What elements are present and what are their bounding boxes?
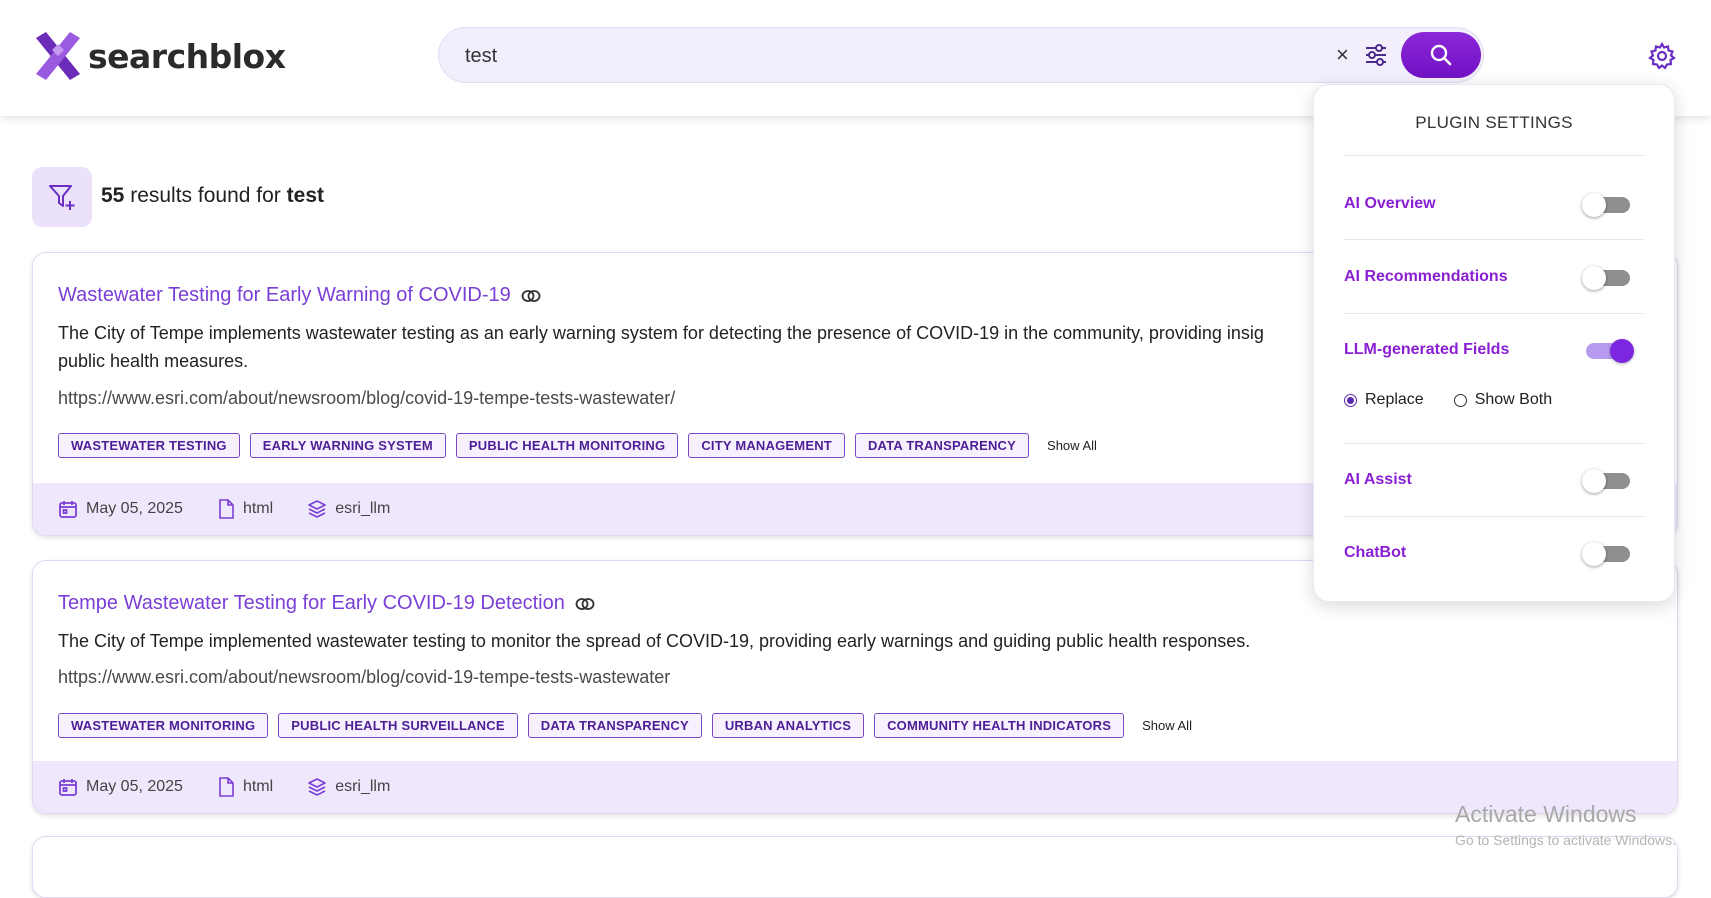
meta-type: html (217, 499, 273, 519)
search-input[interactable] (463, 41, 1247, 71)
result-description: The City of Tempe implements wastewater … (58, 319, 1518, 375)
toggle-knob (1582, 542, 1606, 566)
toggle-knob (1582, 266, 1606, 290)
plugin-settings-panel: PLUGIN SETTINGS AI Overview AI Recommend… (1313, 84, 1675, 602)
card-footer: May 05, 2025 html esri_llm (33, 761, 1677, 813)
toggle-knob (1582, 469, 1606, 493)
radio-label: Show Both (1474, 391, 1553, 408)
meta-date-text: May 05, 2025 (86, 500, 183, 517)
tag[interactable]: DATA TRANSPARENCY (854, 433, 1030, 458)
logo-mark-icon (36, 32, 80, 80)
setting-label-ai-recommendations: AI Recommendations (1344, 268, 1508, 285)
result-description-line1: The City of Tempe implements wastewater … (58, 323, 1264, 343)
result-url[interactable]: https://www.esri.com/about/newsroom/blog… (58, 667, 670, 688)
toggle-ai-overview[interactable] (1582, 193, 1630, 217)
divider (1344, 313, 1644, 314)
result-url[interactable]: https://www.esri.com/about/newsroom/blog… (58, 388, 675, 409)
results-count: 55 (101, 184, 125, 207)
layers-icon (308, 500, 326, 518)
result-title-link[interactable]: Tempe Wastewater Testing for Early COVID… (58, 592, 565, 615)
link-icon[interactable] (521, 289, 541, 303)
divider (1344, 239, 1644, 240)
setting-label-llm-fields: LLM-generated Fields (1344, 341, 1510, 358)
radio-label: Replace (1365, 391, 1424, 408)
activate-windows-watermark: Activate Windows (1455, 801, 1637, 827)
layers-icon (308, 778, 326, 796)
results-text: results found for (130, 184, 281, 207)
card-title-row: Tempe Wastewater Testing for Early COVID… (58, 592, 595, 615)
tag[interactable]: WASTEWATER MONITORING (58, 713, 269, 738)
search-bar: × (438, 27, 1484, 83)
tag[interactable]: DATA TRANSPARENCY (527, 713, 702, 738)
tag[interactable]: PUBLIC HEALTH SURVEILLANCE (278, 713, 518, 738)
result-description-line2: public health measures. (58, 351, 249, 371)
toggle-ai-recommendations[interactable] (1582, 266, 1630, 290)
divider (1344, 155, 1644, 156)
results-summary: 55 results found for test (101, 184, 324, 208)
panel-title: PLUGIN SETTINGS (1415, 113, 1573, 132)
setting-label-ai-assist: AI Assist (1344, 471, 1412, 488)
meta-date-text: May 05, 2025 (86, 778, 183, 795)
show-all-tags-link[interactable]: Show All (1142, 718, 1192, 733)
filter-toggle-button[interactable] (32, 167, 92, 227)
tag-list: WASTEWATER MONITORING PUBLIC HEALTH SURV… (58, 713, 1192, 738)
setting-label-ai-overview: AI Overview (1344, 195, 1436, 212)
gear-icon[interactable] (1648, 42, 1676, 70)
clear-icon[interactable]: × (1336, 42, 1349, 68)
setting-label-chatbot: ChatBot (1344, 544, 1407, 561)
search-button[interactable] (1401, 32, 1481, 78)
meta-type-text: html (242, 500, 274, 517)
divider (1344, 443, 1644, 444)
filter-add-icon (49, 185, 75, 210)
toggle-llm-fields[interactable] (1586, 339, 1634, 363)
meta-date: May 05, 2025 (58, 499, 183, 519)
radio-replace[interactable]: Replace (1344, 391, 1424, 409)
card-title-row: Wastewater Testing for Early Warning of … (58, 284, 541, 307)
meta-collection-text: esri_llm (335, 500, 391, 517)
link-icon[interactable] (575, 597, 595, 611)
tag[interactable]: CITY MANAGEMENT (688, 433, 845, 458)
result-card (32, 836, 1678, 898)
tag[interactable]: URBAN ANALYTICS (711, 713, 865, 738)
meta-collection-text: esri_llm (335, 778, 391, 795)
toggle-knob (1610, 339, 1634, 363)
tag-list: WASTEWATER TESTING EARLY WARNING SYSTEM … (58, 433, 1097, 458)
result-description: The City of Tempe implemented wastewater… (58, 631, 1251, 651)
toggle-chatbot[interactable] (1582, 542, 1630, 566)
tag[interactable]: WASTEWATER TESTING (58, 433, 240, 458)
calendar-icon (59, 779, 77, 796)
radio-button[interactable] (1453, 393, 1467, 407)
toggle-knob (1582, 193, 1606, 217)
result-title-link[interactable]: Wastewater Testing for Early Warning of … (58, 284, 511, 307)
activate-windows-subtitle: Go to Settings to activate Windows. (1455, 832, 1676, 848)
divider (1344, 516, 1644, 517)
meta-date: May 05, 2025 (58, 777, 183, 797)
calendar-icon (59, 501, 77, 518)
meta-type: html (217, 777, 273, 797)
tag[interactable]: COMMUNITY HEALTH INDICATORS (874, 713, 1125, 738)
meta-type-text: html (242, 778, 274, 795)
results-query: test (286, 184, 324, 207)
filter-sliders-icon[interactable] (1363, 42, 1389, 68)
tag[interactable]: PUBLIC HEALTH MONITORING (455, 433, 679, 458)
radio-show-both[interactable]: Show Both (1453, 391, 1553, 409)
show-all-tags-link[interactable]: Show All (1047, 438, 1097, 453)
file-icon (219, 499, 234, 519)
meta-collection: esri_llm (307, 777, 390, 797)
llm-fields-mode: Replace Show Both (1344, 391, 1582, 409)
meta-collection: esri_llm (307, 499, 390, 519)
search-icon (1430, 44, 1452, 66)
logo[interactable]: searchblox (32, 30, 286, 82)
radio-button[interactable] (1344, 393, 1357, 407)
toggle-ai-assist[interactable] (1582, 469, 1630, 493)
logo-text: searchblox (88, 36, 286, 76)
tag[interactable]: EARLY WARNING SYSTEM (249, 433, 446, 458)
file-icon (219, 777, 234, 797)
